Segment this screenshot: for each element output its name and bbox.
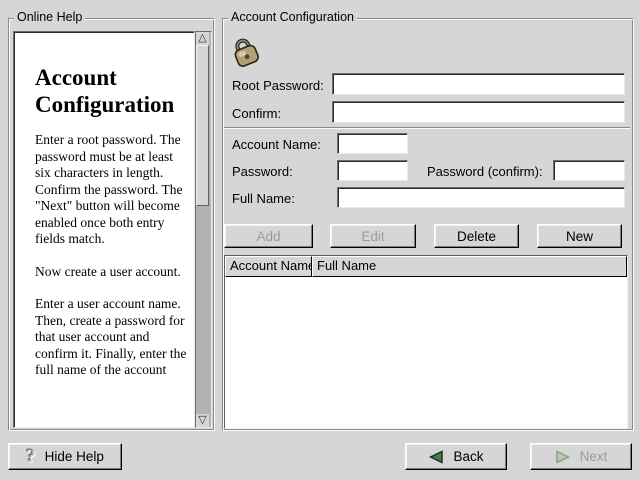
root-password-label: Root Password: bbox=[232, 78, 324, 93]
online-help-frame-label: Online Help bbox=[14, 10, 85, 25]
help-content: Account Configuration Enter a root passw… bbox=[35, 64, 189, 395]
next-button-label: Next bbox=[580, 449, 608, 464]
hide-help-button[interactable]: ? Hide Help bbox=[8, 443, 122, 470]
account-configuration-frame-label: Account Configuration bbox=[228, 10, 357, 25]
online-help-frame: Online Help Account Configuration Enter … bbox=[8, 18, 215, 431]
accounts-table: Account Name Full Name bbox=[224, 255, 628, 429]
help-paragraph: Enter a user account name. Then, create … bbox=[35, 296, 189, 379]
back-button[interactable]: Back bbox=[405, 443, 507, 470]
account-name-label: Account Name: bbox=[232, 137, 321, 152]
account-name-input[interactable] bbox=[337, 133, 408, 154]
full-name-label: Full Name: bbox=[232, 191, 295, 206]
full-name-input[interactable] bbox=[337, 187, 625, 208]
delete-button[interactable]: Delete bbox=[434, 224, 519, 248]
password-label: Password: bbox=[232, 164, 293, 179]
new-button-label: New bbox=[566, 229, 593, 244]
password-input[interactable] bbox=[337, 160, 408, 181]
confirm-password-input[interactable] bbox=[332, 101, 625, 123]
edit-button-label: Edit bbox=[361, 229, 384, 244]
accounts-table-header: Account Name Full Name bbox=[225, 256, 627, 277]
hide-help-label: Hide Help bbox=[45, 449, 104, 464]
edit-button[interactable]: Edit bbox=[330, 224, 416, 248]
installer-window: { "colors": { "background": "#d6d6d6", "… bbox=[0, 0, 640, 480]
help-viewport: Account Configuration Enter a root passw… bbox=[13, 31, 195, 428]
add-button[interactable]: Add bbox=[224, 224, 313, 248]
scroll-up-button[interactable]: △ bbox=[196, 32, 209, 45]
add-button-label: Add bbox=[256, 229, 280, 244]
next-arrow-icon bbox=[555, 450, 571, 464]
root-password-input[interactable] bbox=[332, 73, 625, 95]
section-separator bbox=[224, 127, 630, 129]
password-confirm-input[interactable] bbox=[553, 160, 625, 181]
help-icon: ? bbox=[26, 447, 36, 466]
column-header-full-name[interactable]: Full Name bbox=[312, 256, 627, 277]
scrollbar-thumb[interactable] bbox=[196, 45, 209, 206]
password-confirm-label: Password (confirm): bbox=[427, 164, 543, 179]
back-arrow-icon bbox=[428, 450, 444, 464]
help-scrollbar[interactable]: △ ▽ bbox=[195, 31, 212, 428]
confirm-label: Confirm: bbox=[232, 106, 281, 121]
delete-button-label: Delete bbox=[457, 229, 496, 244]
new-button[interactable]: New bbox=[537, 224, 622, 248]
next-button[interactable]: Next bbox=[530, 443, 632, 470]
help-paragraph: Enter a root password. The password must… bbox=[35, 132, 189, 248]
scroll-down-icon: ▽ bbox=[198, 415, 206, 426]
help-paragraph: Now create a user account. bbox=[35, 264, 189, 281]
scroll-down-button[interactable]: ▽ bbox=[196, 414, 209, 427]
help-title: Account Configuration bbox=[35, 64, 189, 118]
back-button-label: Back bbox=[453, 449, 483, 464]
column-header-account-name[interactable]: Account Name bbox=[225, 256, 312, 277]
scroll-up-icon: △ bbox=[198, 33, 206, 44]
padlock-icon bbox=[227, 32, 265, 70]
